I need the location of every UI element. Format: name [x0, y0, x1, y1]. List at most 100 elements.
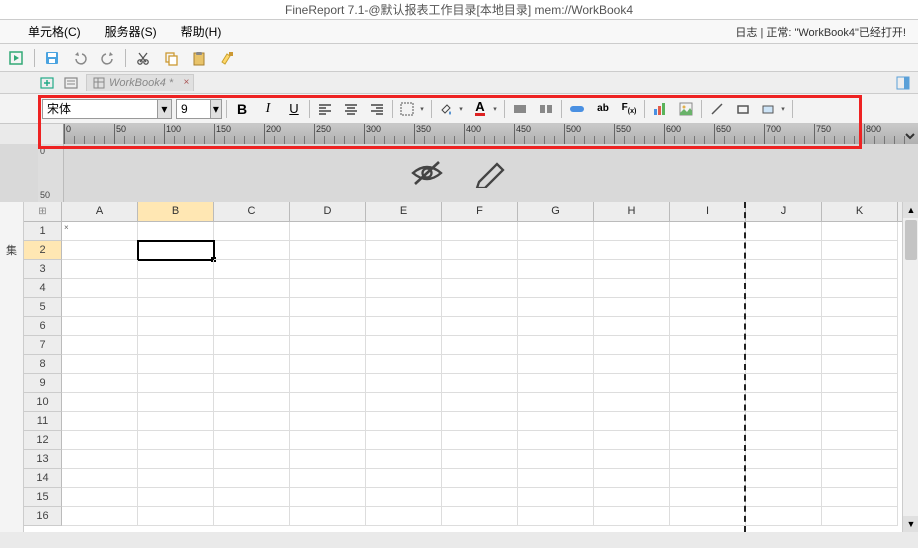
cell-C7[interactable]: [214, 336, 290, 355]
cell-A7[interactable]: [62, 336, 138, 355]
cell-K10[interactable]: [822, 393, 898, 412]
cell-A3[interactable]: [62, 260, 138, 279]
cell-B5[interactable]: [138, 298, 214, 317]
cell-C2[interactable]: [214, 241, 290, 260]
align-left-icon[interactable]: [314, 98, 336, 120]
cell-A16[interactable]: [62, 507, 138, 526]
cell-D3[interactable]: [290, 260, 366, 279]
cell-J3[interactable]: [746, 260, 822, 279]
cell-H16[interactable]: [594, 507, 670, 526]
cell-F1[interactable]: [442, 222, 518, 241]
cell-D10[interactable]: [290, 393, 366, 412]
cell-G1[interactable]: [518, 222, 594, 241]
font-color-button[interactable]: A▾: [470, 98, 500, 120]
cell-F10[interactable]: [442, 393, 518, 412]
cell-D14[interactable]: [290, 469, 366, 488]
cell-B13[interactable]: [138, 450, 214, 469]
cell-J12[interactable]: [746, 431, 822, 450]
cell-K3[interactable]: [822, 260, 898, 279]
cell-J11[interactable]: [746, 412, 822, 431]
cell-J2[interactable]: [746, 241, 822, 260]
row-header-8[interactable]: 8: [24, 355, 62, 374]
cell-A12[interactable]: [62, 431, 138, 450]
cell-A11[interactable]: [62, 412, 138, 431]
row-header-5[interactable]: 5: [24, 298, 62, 317]
cell-K7[interactable]: [822, 336, 898, 355]
col-header-B[interactable]: B: [138, 202, 214, 221]
panel-toggle-icon[interactable]: [894, 74, 912, 92]
cell-B3[interactable]: [138, 260, 214, 279]
cell-A8[interactable]: [62, 355, 138, 374]
cell-E6[interactable]: [366, 317, 442, 336]
cell-F3[interactable]: [442, 260, 518, 279]
cell-E7[interactable]: [366, 336, 442, 355]
hyperlink-icon[interactable]: [566, 98, 588, 120]
unmerge-cells-icon[interactable]: [535, 98, 557, 120]
cell-G9[interactable]: [518, 374, 594, 393]
formula-icon[interactable]: F(x): [618, 98, 640, 120]
cell-G3[interactable]: [518, 260, 594, 279]
row-header-10[interactable]: 10: [24, 393, 62, 412]
cell-A2[interactable]: [62, 241, 138, 260]
cell-E2[interactable]: [366, 241, 442, 260]
cell-H5[interactable]: [594, 298, 670, 317]
col-header-K[interactable]: K: [822, 202, 898, 221]
cell-F2[interactable]: [442, 241, 518, 260]
cell-K13[interactable]: [822, 450, 898, 469]
row-header-1[interactable]: 1: [24, 222, 62, 241]
font-size-combo[interactable]: ▾: [176, 99, 222, 119]
cell-A10[interactable]: [62, 393, 138, 412]
cell-J5[interactable]: [746, 298, 822, 317]
row-header-13[interactable]: 13: [24, 450, 62, 469]
scroll-down-icon[interactable]: ▼: [903, 516, 918, 532]
cell-B4[interactable]: [138, 279, 214, 298]
cell-J4[interactable]: [746, 279, 822, 298]
format-cell-icon[interactable]: ab: [592, 98, 614, 120]
row-header-14[interactable]: 14: [24, 469, 62, 488]
col-header-F[interactable]: F: [442, 202, 518, 221]
cell-F12[interactable]: [442, 431, 518, 450]
cell-C4[interactable]: [214, 279, 290, 298]
menu-cell[interactable]: 单元格(C): [28, 23, 81, 40]
cell-F13[interactable]: [442, 450, 518, 469]
cell-G2[interactable]: [518, 241, 594, 260]
cell-C6[interactable]: [214, 317, 290, 336]
cell-A9[interactable]: [62, 374, 138, 393]
column-headers[interactable]: ⊞ ABCDEFGHIJK: [24, 202, 902, 222]
cell-I15[interactable]: [670, 488, 746, 507]
cell-B10[interactable]: [138, 393, 214, 412]
shape-fill-button[interactable]: ▾: [758, 98, 788, 120]
cell-H2[interactable]: [594, 241, 670, 260]
cell-B15[interactable]: [138, 488, 214, 507]
cell-I3[interactable]: [670, 260, 746, 279]
cell-F11[interactable]: [442, 412, 518, 431]
cell-E5[interactable]: [366, 298, 442, 317]
font-family-combo[interactable]: ▾: [42, 99, 172, 119]
col-header-G[interactable]: G: [518, 202, 594, 221]
cell-K5[interactable]: [822, 298, 898, 317]
cell-E10[interactable]: [366, 393, 442, 412]
cell-H6[interactable]: [594, 317, 670, 336]
cell-D13[interactable]: [290, 450, 366, 469]
cell-I10[interactable]: [670, 393, 746, 412]
cell-I7[interactable]: [670, 336, 746, 355]
cell-F9[interactable]: [442, 374, 518, 393]
cell-B16[interactable]: [138, 507, 214, 526]
scroll-up-icon[interactable]: ▲: [903, 202, 918, 218]
cell-H4[interactable]: [594, 279, 670, 298]
cell-H13[interactable]: [594, 450, 670, 469]
border-button[interactable]: ▾: [397, 98, 427, 120]
cell-K14[interactable]: [822, 469, 898, 488]
cell-A1[interactable]: ×: [62, 222, 138, 241]
horizontal-ruler[interactable]: 0501001502002503003504004505005506006507…: [64, 124, 918, 144]
cell-K6[interactable]: [822, 317, 898, 336]
hidden-eye-icon[interactable]: [409, 158, 445, 188]
cell-D9[interactable]: [290, 374, 366, 393]
cell-J13[interactable]: [746, 450, 822, 469]
cell-A5[interactable]: [62, 298, 138, 317]
col-header-J[interactable]: J: [746, 202, 822, 221]
scroll-thumb[interactable]: [905, 220, 917, 260]
cell-H7[interactable]: [594, 336, 670, 355]
cell-E1[interactable]: [366, 222, 442, 241]
left-side-tab[interactable]: 集: [0, 202, 24, 532]
